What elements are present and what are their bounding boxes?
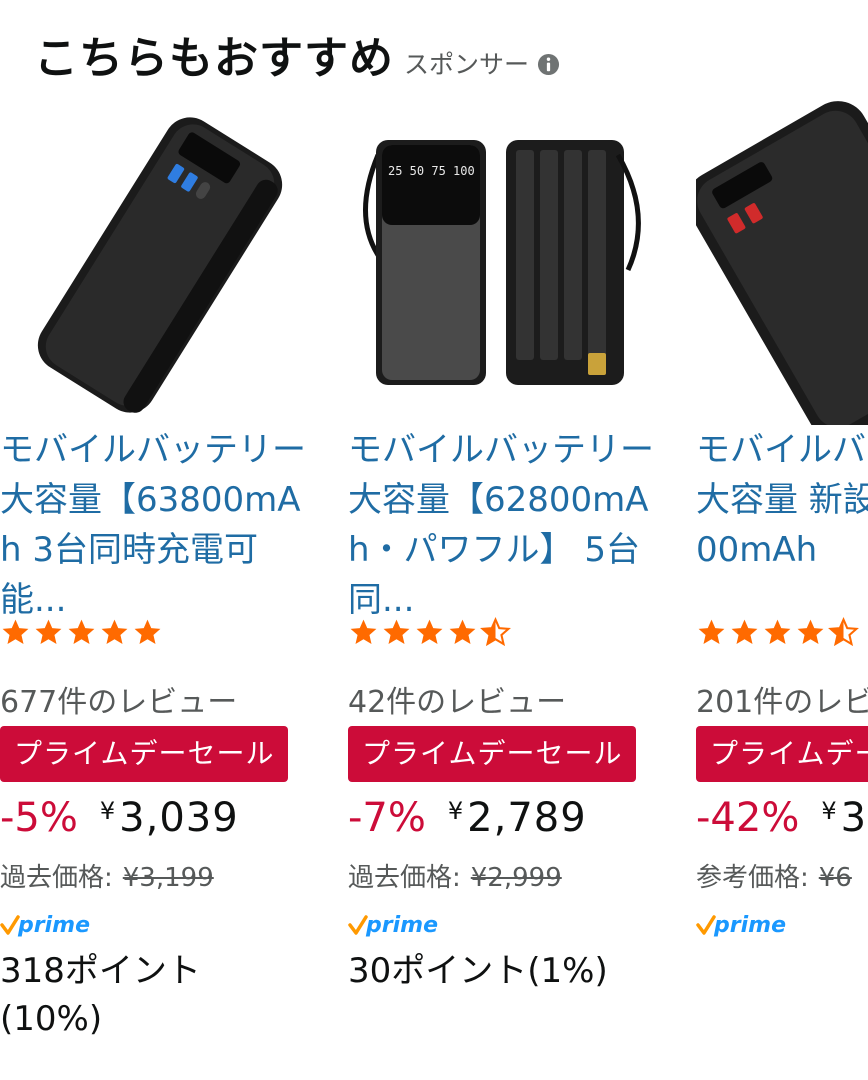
star-full-icon (698, 619, 725, 644)
points-label: 30ポイント(1%) (348, 951, 608, 991)
currency-symbol: ¥ (447, 797, 464, 825)
product-title-link[interactable]: モバイルバッテリー 大容量 新設計・60000mAh (696, 425, 868, 625)
product-image[interactable] (696, 95, 868, 425)
past-price-label: 過去価格: (348, 863, 461, 893)
star-rating[interactable] (348, 617, 511, 648)
price-row: -42% ¥ 3, (696, 795, 868, 841)
prime-logo-icon: prime (696, 913, 786, 938)
past-price-label: 過去価格: (0, 863, 113, 893)
star-full-icon (383, 619, 410, 644)
review-count[interactable]: 42件のレビュー (348, 677, 566, 721)
past-price: 過去価格: ¥2,999 (348, 857, 562, 894)
deal-badge: プライムデーセール (0, 726, 289, 782)
star-full-icon (449, 619, 476, 644)
star-rating[interactable] (696, 617, 859, 648)
past-price: 参考価格: ¥6 (696, 857, 852, 894)
star-full-icon (764, 619, 791, 644)
points-label: 318ポイント(10%) (0, 951, 201, 1039)
product-carousel[interactable]: モバイルバッテリー 大容量【63800mAh 3台同時充電可能... 677件の… (0, 95, 868, 1080)
past-price: 過去価格: ¥3,199 (0, 857, 214, 894)
product-image[interactable] (0, 95, 310, 425)
discount-percent: -7% (348, 795, 426, 841)
product-title-link[interactable]: モバイルバッテリー 大容量【63800mAh 3台同時充電可能... (0, 425, 320, 625)
product-title-link[interactable]: モバイルバッテリー 大容量【62800mAh・パワフル】 5台同... (348, 425, 668, 625)
star-half-icon (828, 617, 859, 647)
star-rating[interactable] (0, 617, 163, 648)
star-full-icon (416, 619, 443, 644)
section-title: こちらもおすすめ (34, 33, 394, 84)
currency-symbol: ¥ (821, 797, 837, 825)
deal-badge: プライムデーセール (696, 726, 868, 782)
star-full-icon (350, 619, 377, 644)
info-icon[interactable] (537, 53, 560, 76)
star-full-icon (101, 619, 128, 644)
discount-percent: -42% (696, 795, 800, 841)
prime-text: prime (713, 913, 786, 938)
prime-logo-icon: prime (348, 913, 438, 938)
past-price-label: 参考価格: (696, 863, 809, 893)
price-row: -5% ¥ 3,039 (0, 795, 239, 841)
star-full-icon (797, 619, 824, 644)
past-price-value: ¥3,199 (122, 863, 214, 893)
prime-text: prime (17, 913, 90, 938)
star-full-icon (731, 619, 758, 644)
past-price-value: ¥6 (818, 863, 852, 893)
discount-percent: -5% (0, 795, 78, 841)
price-value: 3,039 (119, 795, 239, 841)
star-full-icon (2, 619, 29, 644)
star-full-icon (68, 619, 95, 644)
currency-symbol: ¥ (99, 797, 116, 825)
review-count[interactable]: 677件のレビュー (0, 677, 237, 721)
past-price-value: ¥2,999 (470, 863, 562, 893)
star-full-icon (35, 619, 62, 644)
star-half-icon (480, 617, 511, 647)
prime-text: prime (365, 913, 438, 938)
deal-badge: プライムデーセール (348, 726, 637, 782)
battery-display-text: 25 50 75 100 (388, 164, 475, 178)
price-value: 3, (840, 795, 868, 841)
price-value: 2,789 (467, 795, 587, 841)
review-count[interactable]: 201件のレビュー (696, 677, 868, 721)
product-image[interactable]: 25 50 75 100 (348, 95, 658, 425)
star-full-icon (134, 619, 161, 644)
section-header: こちらもおすすめ スポンサー (34, 22, 560, 86)
prime-logo-icon: prime (0, 913, 90, 938)
sponsored-label: スポンサー (404, 50, 530, 79)
price-row: -7% ¥ 2,789 (348, 795, 587, 841)
